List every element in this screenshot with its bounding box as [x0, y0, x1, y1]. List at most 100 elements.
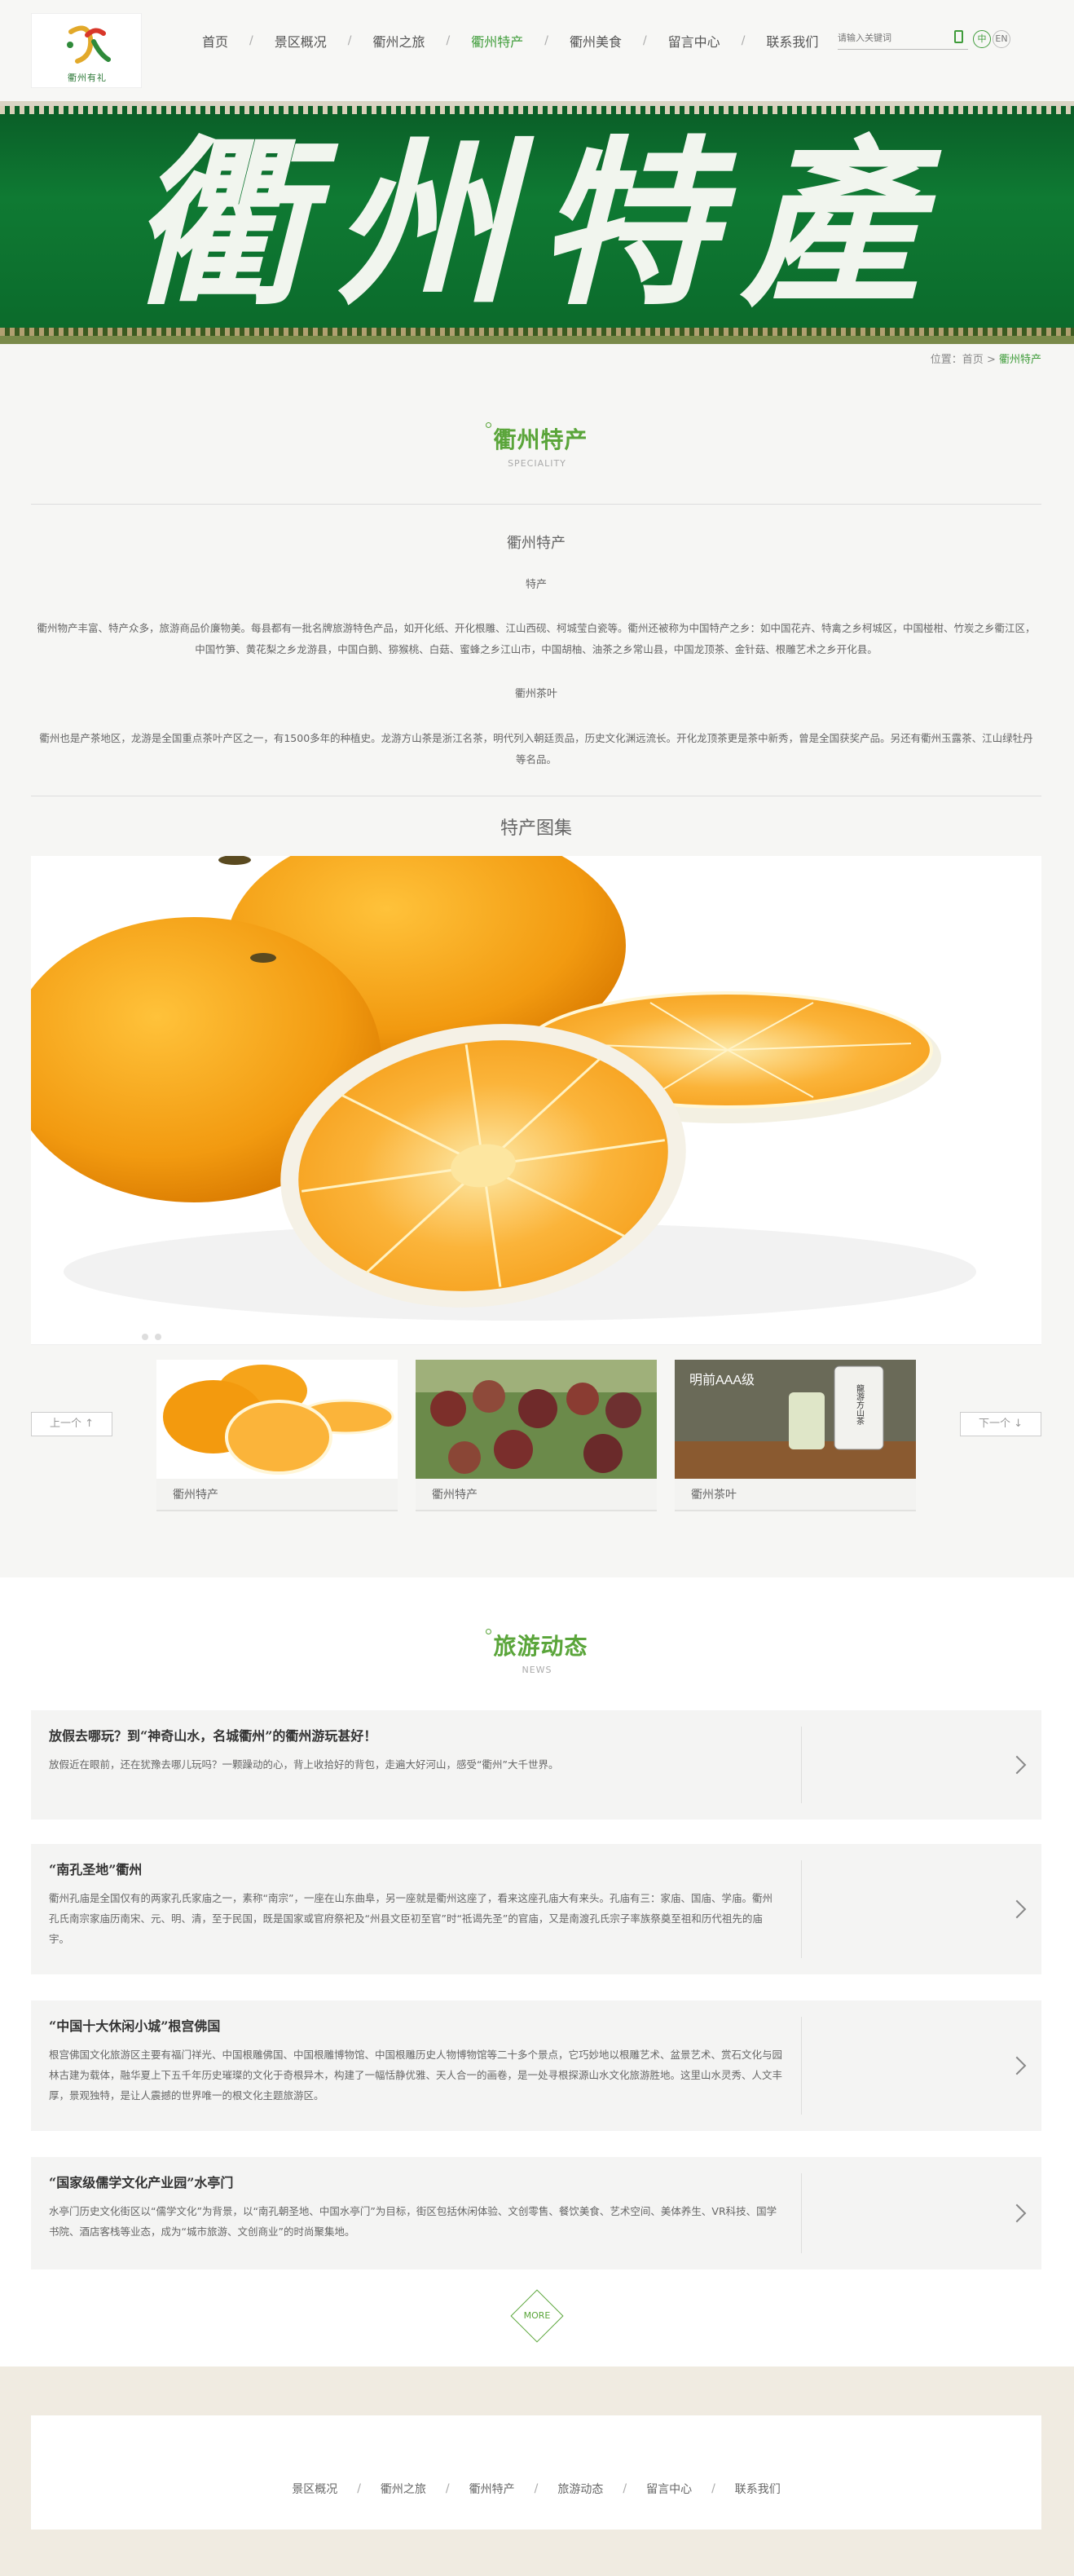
- thumbnail-caption: 衢州特产: [156, 1479, 398, 1511]
- thumbnail-item[interactable]: 明前AAA级 龍游方山茶 衢州茶叶: [675, 1360, 916, 1515]
- search-box: [838, 27, 968, 50]
- lang-en-button[interactable]: EN: [993, 30, 1010, 48]
- footer-link-travel[interactable]: 衢州之旅: [381, 2481, 426, 2497]
- thumbnail-image: [156, 1360, 398, 1479]
- section-subtitle: SPECIALITY: [508, 458, 566, 469]
- news-divider: [801, 2173, 802, 2253]
- nav-specialty[interactable]: 衢州特产: [471, 31, 523, 51]
- paragraph-wrap: 衢州也是产茶地区，龙游是全国重点茶叶产区之一，有1500多年的种植史。龙游方山茶…: [31, 728, 1041, 770]
- nav-overview[interactable]: 景区概况: [275, 31, 327, 51]
- footer-separator: /: [534, 2482, 539, 2495]
- nav-travel[interactable]: 衢州之旅: [372, 31, 425, 51]
- footer-box: 景区概况 / 衢州之旅 / 衢州特产 / 旅游动态 / 留言中心 / 联系我们: [31, 2415, 1041, 2530]
- footer-nav: 景区概况 / 衢州之旅 / 衢州特产 / 旅游动态 / 留言中心 / 联系我们: [31, 2481, 1041, 2497]
- news-item-desc: 根宫佛国文化旅游区主要有福门祥光、中国根雕佛国、中国根雕博物馆、中国根雕历史人物…: [49, 2049, 783, 2102]
- nav-separator: /: [642, 34, 647, 47]
- breadcrumb-home[interactable]: 首页: [962, 354, 984, 366]
- section-title: 衢州特产: [493, 426, 588, 453]
- news-divider: [801, 2017, 802, 2115]
- nav-separator: /: [544, 34, 548, 47]
- news-title: 旅游动态: [493, 1633, 588, 1660]
- footer-separator: /: [711, 2482, 715, 2495]
- article-title-wrap: 衢州特产: [31, 532, 1041, 553]
- thumbnail-image: [416, 1360, 657, 1479]
- nav-separator: /: [249, 34, 253, 47]
- footer-link-specialty[interactable]: 衢州特产: [469, 2481, 515, 2497]
- chevron-right-icon[interactable]: [1007, 1755, 1027, 1775]
- news-item-title[interactable]: “南孔圣地”衢州: [49, 1859, 142, 1878]
- section-title-news: 旅游动态 NEWS: [0, 1629, 1074, 1675]
- nav-food[interactable]: 衢州美食: [570, 31, 622, 51]
- gallery-thumbnails: 衢州特产 衢州特产 明前AAA级 龍游方山茶 衢州茶叶: [31, 1360, 1041, 1515]
- nav-separator: /: [741, 34, 746, 47]
- news-subtitle: NEWS: [522, 1665, 552, 1675]
- lang-cn-button[interactable]: 中: [973, 30, 991, 48]
- hero-banner: 衢州特產: [0, 101, 1074, 344]
- thumbnail-image: 明前AAA级 龍游方山茶: [675, 1360, 916, 1479]
- news-item-title[interactable]: “中国十大休闲小城”根宫佛国: [49, 2015, 220, 2035]
- nav-separator: /: [446, 34, 451, 47]
- sub-heading-wrap: 衢州茶叶: [31, 685, 1041, 700]
- footer-separator: /: [623, 2482, 627, 2495]
- thumbnail-item[interactable]: 衢州特产: [156, 1360, 398, 1515]
- news-item[interactable]: 放假去哪玩？到“神奇山水，名城衢州”的衢州游玩甚好！ 放假近在眼前，还在犹豫去哪…: [31, 1710, 1041, 1820]
- nav-separator: /: [347, 34, 352, 47]
- footer-link-message[interactable]: 留言中心: [646, 2481, 692, 2497]
- chevron-right-icon[interactable]: [1007, 1899, 1027, 1919]
- footer-link-contact[interactable]: 联系我们: [735, 2481, 781, 2497]
- gallery-main-image[interactable]: [31, 856, 1041, 1345]
- paragraph-tea: 衢州也是产茶地区，龙游是全国重点茶叶产区之一，有1500多年的种植史。龙游方山茶…: [39, 732, 1033, 765]
- breadcrumb: 位置：首页 > 衢州特产: [931, 351, 1041, 366]
- footer-separator: /: [357, 2482, 361, 2495]
- breadcrumb-prefix: 位置：: [930, 354, 962, 366]
- chevron-right-icon[interactable]: [1007, 2203, 1027, 2223]
- news-item-desc: 水亭门历史文化街区以“儒学文化”为背景，以“南孔朝圣地、中国水亭门”为目标，街区…: [49, 2205, 777, 2238]
- footer-link-news[interactable]: 旅游动态: [557, 2481, 603, 2497]
- news-item[interactable]: “南孔圣地”衢州 衢州孔庙是全国仅有的两家孔氏家庙之一，素称“南宗”，一座在山东…: [31, 1844, 1041, 1974]
- tea-name-text: 龍游方山茶: [855, 1383, 865, 1425]
- nav-home[interactable]: 首页: [202, 31, 228, 51]
- news-item-title[interactable]: 放假去哪玩？到“神奇山水，名城衢州”的衢州游玩甚好！: [49, 1725, 376, 1745]
- logo-text: 衢州有礼: [68, 73, 107, 83]
- gallery-title: 特产图集: [500, 818, 572, 839]
- nav-contact[interactable]: 联系我们: [766, 31, 818, 51]
- logo-mark-icon: [67, 25, 111, 64]
- banner-title: 衢州特產: [129, 118, 944, 329]
- thumbnail-caption: 衢州茶叶: [675, 1479, 916, 1511]
- section-title-specialty: 衢州特产 SPECIALITY: [0, 422, 1074, 469]
- news-item[interactable]: “国家级儒学文化产业园”水亭门 水亭门历史文化街区以“儒学文化”为背景，以“南孔…: [31, 2157, 1041, 2269]
- breadcrumb-current[interactable]: 衢州特产: [999, 354, 1041, 366]
- sub-heading-tea: 衢州茶叶: [514, 688, 557, 700]
- more-label: MORE: [523, 2310, 551, 2321]
- news-item[interactable]: “中国十大休闲小城”根宫佛国 根宫佛国文化旅游区主要有福门祥光、中国根雕佛国、中…: [31, 2000, 1041, 2131]
- sub-heading-specialty: 特产: [525, 579, 547, 591]
- thumbnail-item[interactable]: 衢州特产: [416, 1360, 657, 1515]
- chevron-right-icon[interactable]: [1007, 2056, 1027, 2075]
- header: 衢州有礼 首页 / 景区概况 / 衢州之旅 / 衢州特产 / 衢州美食 / 留言…: [0, 0, 1074, 101]
- sub-heading-wrap: 特产: [31, 576, 1041, 591]
- footer: 景区概况 / 衢州之旅 / 衢州特产 / 旅游动态 / 留言中心 / 联系我们: [0, 2366, 1074, 2576]
- thumbnail-caption: 衢州特产: [416, 1479, 657, 1511]
- divider: [31, 504, 1041, 505]
- gallery-title-wrap: 特产图集: [31, 814, 1041, 840]
- title-dot-icon: [486, 1629, 492, 1634]
- footer-link-overview[interactable]: 景区概况: [292, 2481, 337, 2497]
- site-logo[interactable]: 衢州有礼: [31, 13, 142, 88]
- tea-pack-text: 明前AAA级: [689, 1373, 755, 1387]
- mobile-icon[interactable]: [954, 30, 963, 43]
- title-dot-icon: [486, 422, 492, 428]
- news-divider: [801, 1727, 802, 1803]
- article-title: 衢州特产: [507, 535, 566, 552]
- main-nav: 首页 / 景区概况 / 衢州之旅 / 衢州特产 / 衢州美食 / 留言中心 / …: [202, 31, 818, 51]
- footer-separator: /: [445, 2482, 450, 2495]
- nav-message[interactable]: 留言中心: [668, 31, 720, 51]
- paragraph-specialty: 衢州物产丰富、特产众多，旅游商品价廉物美。每县都有一批名牌旅游特色产品，如开化纸…: [37, 622, 1036, 655]
- search-input[interactable]: [838, 27, 944, 48]
- news-item-desc: 衢州孔庙是全国仅有的两家孔氏家庙之一，素称“南宗”，一座在山东曲阜，另一座就是衢…: [49, 1892, 772, 1945]
- paragraph-wrap: 衢州物产丰富、特产众多，旅游商品价廉物美。每县都有一批名牌旅游特色产品，如开化纸…: [31, 618, 1041, 660]
- breadcrumb-sep: >: [986, 354, 996, 366]
- oranges-photo: [31, 856, 1041, 1344]
- news-item-title[interactable]: “国家级儒学文化产业园”水亭门: [49, 2172, 233, 2191]
- news-item-desc: 放假近在眼前，还在犹豫去哪儿玩吗？一颗躁动的心，背上收拾好的背包，走遍大好河山，…: [49, 1758, 559, 1771]
- news-divider: [801, 1860, 802, 1958]
